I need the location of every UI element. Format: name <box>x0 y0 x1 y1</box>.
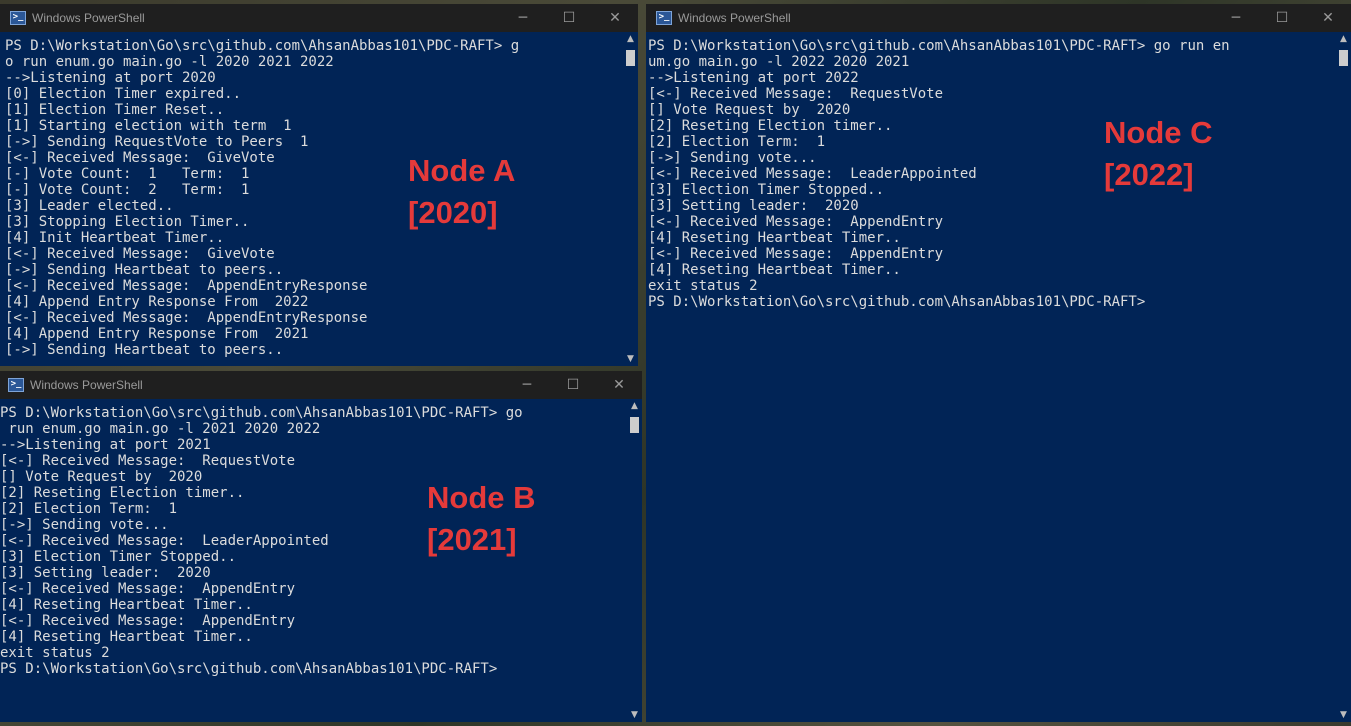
console-line: [3] Setting leader: 2020 <box>648 198 859 214</box>
console-line: [<-] Received Message: AppendEntry <box>0 581 296 597</box>
node-port: [2022] <box>1104 157 1194 192</box>
console-line: [4] Init Heartbeat Timer.. <box>5 230 225 246</box>
scroll-up-arrow-icon[interactable]: ▲ <box>627 399 642 413</box>
console-line: PS D:\Workstation\Go\src\github.com\Ahsa… <box>0 405 523 421</box>
close-button[interactable]: ✕ <box>1305 4 1351 32</box>
console-line: [4] Append Entry Response From 2022 <box>5 294 309 310</box>
powershell-icon: >_ <box>656 11 672 25</box>
window-title: Windows PowerShell <box>30 378 143 392</box>
console-output[interactable]: PS D:\Workstation\Go\src\github.com\Ahsa… <box>0 32 623 366</box>
console-line: [->] Sending vote... <box>648 150 817 166</box>
console-line: um.go main.go -l 2022 2020 2021 <box>648 54 910 70</box>
console-line: exit status 2 <box>0 645 110 661</box>
maximize-button[interactable]: ☐ <box>546 4 592 32</box>
scroll-up-arrow-icon[interactable]: ▲ <box>623 32 638 46</box>
console-line: [2] Reseting Election timer.. <box>648 118 893 134</box>
console-line: [3] Setting leader: 2020 <box>0 565 211 581</box>
console-line: [3] Stopping Election Timer.. <box>5 214 250 230</box>
console-line: [<-] Received Message: AppendEntryRespon… <box>5 310 368 326</box>
powershell-window-node-a[interactable]: >_ Windows PowerShell ─ ☐ ✕ PS D:\Workst… <box>0 4 638 366</box>
minimize-button[interactable]: ─ <box>504 371 550 399</box>
console-line: [<-] Received Message: AppendEntry <box>648 246 944 262</box>
scroll-thumb[interactable] <box>630 417 639 433</box>
scroll-down-arrow-icon[interactable]: ▼ <box>627 708 642 722</box>
console-line: [<-] Received Message: GiveVote <box>5 246 275 262</box>
node-label: Node A [2020] <box>408 150 515 234</box>
close-button[interactable]: ✕ <box>592 4 638 32</box>
maximize-button[interactable]: ☐ <box>1259 4 1305 32</box>
console-line: [<-] Received Message: RequestVote <box>648 86 944 102</box>
console-line: -->Listening at port 2022 <box>648 70 859 86</box>
node-label: Node B [2021] <box>427 477 536 561</box>
console-line: [->] Sending Heartbeat to peers.. <box>5 262 284 278</box>
powershell-icon: >_ <box>8 378 24 392</box>
console-line: [-] Vote Count: 2 Term: 1 <box>5 182 250 198</box>
console-line: [<-] Received Message: AppendEntryRespon… <box>5 278 368 294</box>
console-line: [3] Leader elected.. <box>5 198 174 214</box>
powershell-window-node-c[interactable]: >_ Windows PowerShell ─ ☐ ✕ PS D:\Workst… <box>646 4 1351 722</box>
console-line: [->] Sending RequestVote to Peers 1 <box>5 134 309 150</box>
console-line: [4] Reseting Heartbeat Timer.. <box>648 262 901 278</box>
window-title: Windows PowerShell <box>678 11 791 25</box>
console-line: PS D:\Workstation\Go\src\github.com\Ahsa… <box>0 661 498 677</box>
console-line: PS D:\Workstation\Go\src\github.com\Ahsa… <box>648 38 1230 54</box>
scroll-down-arrow-icon[interactable]: ▼ <box>1336 708 1351 722</box>
console-line: [-] Vote Count: 1 Term: 1 <box>5 166 250 182</box>
console-line: o run enum.go main.go -l 2020 2021 2022 <box>5 54 334 70</box>
console-line: [<-] Received Message: AppendEntry <box>0 613 296 629</box>
console-line: [3] Election Timer Stopped.. <box>648 182 885 198</box>
titlebar-node-a[interactable]: >_ Windows PowerShell ─ ☐ ✕ <box>0 4 638 32</box>
minimize-button[interactable]: ─ <box>500 4 546 32</box>
console-line: [1] Starting election with term 1 <box>5 118 292 134</box>
node-port: [2020] <box>408 195 498 230</box>
console-line: [<-] Received Message: GiveVote <box>5 150 275 166</box>
console-line: [4] Reseting Heartbeat Timer.. <box>0 597 253 613</box>
console-line: [<-] Received Message: AppendEntry <box>648 214 944 230</box>
node-name: Node C <box>1104 115 1213 150</box>
console-line: [4] Reseting Heartbeat Timer.. <box>0 629 253 645</box>
node-name: Node B <box>427 480 536 515</box>
window-title: Windows PowerShell <box>32 11 145 25</box>
console-line: [->] Sending Heartbeat to peers.. <box>5 342 284 358</box>
console-line: [] Vote Request by 2020 <box>648 102 851 118</box>
console-line: [4] Append Entry Response From 2021 <box>5 326 309 342</box>
close-button[interactable]: ✕ <box>596 371 642 399</box>
console-line: [<-] Received Message: LeaderAppointed <box>648 166 977 182</box>
vertical-scrollbar[interactable]: ▲ ▼ <box>627 399 642 722</box>
console-line: [<-] Received Message: RequestVote <box>0 453 296 469</box>
node-port: [2021] <box>427 522 517 557</box>
scroll-down-arrow-icon[interactable]: ▼ <box>623 352 638 366</box>
node-name: Node A <box>408 153 516 188</box>
console-line: run enum.go main.go -l 2021 2020 2022 <box>0 421 321 437</box>
powershell-window-node-b[interactable]: >_ Windows PowerShell ─ ☐ ✕ PS D:\Workst… <box>0 371 642 722</box>
console-line: [4] Reseting Heartbeat Timer.. <box>648 230 901 246</box>
console-output[interactable]: PS D:\Workstation\Go\src\github.com\Ahsa… <box>646 32 1336 722</box>
maximize-button[interactable]: ☐ <box>550 371 596 399</box>
minimize-button[interactable]: ─ <box>1213 4 1259 32</box>
scroll-thumb[interactable] <box>1339 50 1348 66</box>
titlebar-node-c[interactable]: >_ Windows PowerShell ─ ☐ ✕ <box>646 4 1351 32</box>
console-line: PS D:\Workstation\Go\src\github.com\Ahsa… <box>5 38 520 54</box>
powershell-icon: >_ <box>10 11 26 25</box>
console-line: [1] Election Timer Reset.. <box>5 102 225 118</box>
scroll-thumb[interactable] <box>626 50 635 66</box>
console-line: -->Listening at port 2021 <box>0 437 211 453</box>
console-line: -->Listening at port 2020 <box>5 70 216 86</box>
console-line: exit status 2 <box>648 278 758 294</box>
scroll-up-arrow-icon[interactable]: ▲ <box>1336 32 1351 46</box>
titlebar-node-b[interactable]: >_ Windows PowerShell ─ ☐ ✕ <box>0 371 642 399</box>
vertical-scrollbar[interactable]: ▲ ▼ <box>1336 32 1351 722</box>
console-line: [0] Election Timer expired.. <box>5 86 242 102</box>
console-line: [2] Election Term: 1 <box>648 134 826 150</box>
vertical-scrollbar[interactable]: ▲ ▼ <box>623 32 638 366</box>
console-line: PS D:\Workstation\Go\src\github.com\Ahsa… <box>648 294 1146 310</box>
node-label: Node C [2022] <box>1104 112 1213 196</box>
